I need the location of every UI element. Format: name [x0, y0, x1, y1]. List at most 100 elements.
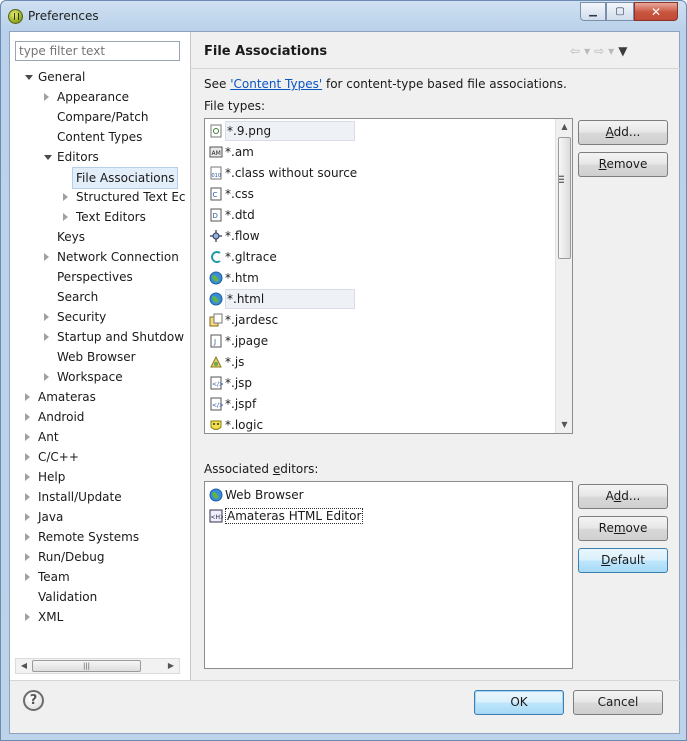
scroll-up-icon[interactable]: ▲ — [556, 119, 573, 135]
collapsed-arrow-icon[interactable] — [25, 613, 30, 621]
file-types-scrollbar[interactable]: ▲ ━ ━ ━ ▼ — [555, 119, 572, 433]
file-types-list[interactable]: ▲ ━ ━ ━ ▼ *.9.png AM *.am 010 *.class without … — [204, 118, 573, 434]
list-item[interactable]: AM *.am — [209, 142, 254, 163]
list-item[interactable]: *.jardesc — [209, 310, 278, 331]
tree-item-label: Keys — [57, 230, 86, 244]
content-types-info: See 'Content Types' for content-type bas… — [204, 77, 567, 91]
jardesc-file-icon — [209, 313, 223, 327]
list-item[interactable]: 010 *.class without source — [209, 163, 357, 184]
svg-text:AM: AM — [212, 150, 221, 157]
globe-icon — [209, 271, 223, 285]
view-menu-icon[interactable]: ▼ — [618, 44, 627, 58]
tree-horizontal-scrollbar[interactable]: ◀ ||| ▶ — [15, 658, 180, 674]
back-arrow-icon[interactable]: ⇦ — [570, 44, 580, 58]
list-item[interactable]: J *.jpage — [209, 331, 268, 352]
collapsed-arrow-icon[interactable] — [44, 373, 49, 381]
list-item-label: *.jpage — [225, 334, 269, 348]
collapsed-arrow-icon[interactable] — [25, 553, 30, 561]
tree-item-label: Security — [57, 310, 107, 324]
tree-item-label: Compare/Patch — [57, 110, 149, 124]
collapsed-arrow-icon[interactable] — [44, 93, 49, 101]
info-prefix: See — [204, 77, 231, 91]
minimize-button[interactable]: ▁ — [580, 2, 606, 21]
collapsed-arrow-icon[interactable] — [25, 573, 30, 581]
title-bar[interactable]: Preferences ▁ ▢ ✕ — [1, 1, 686, 31]
ok-button[interactable]: OK — [474, 690, 564, 715]
forward-arrow-icon[interactable]: ⇨ — [594, 44, 604, 58]
collapsed-arrow-icon[interactable] — [25, 533, 30, 541]
tree-item-label: Startup and Shutdow — [57, 330, 185, 344]
jsp-file-icon: </> — [209, 376, 224, 390]
list-item[interactable]: Web Browser — [209, 485, 304, 506]
tree-item-label: Run/Debug — [38, 550, 105, 564]
svg-text:010: 010 — [212, 173, 222, 179]
scrollbar-thumb[interactable]: ||| — [32, 660, 141, 672]
footer-divider — [10, 680, 681, 681]
collapsed-arrow-icon[interactable] — [63, 213, 68, 221]
eclipse-app-icon — [8, 9, 23, 24]
close-button[interactable]: ✕ — [634, 2, 678, 21]
tree-item-label: Ant — [38, 430, 59, 444]
tree-item-label: Search — [57, 290, 99, 304]
list-item[interactable]: *.gltrace — [209, 247, 277, 268]
list-item[interactable]: D *.dtd — [209, 205, 255, 226]
list-item[interactable]: </> *.jsp — [209, 373, 252, 394]
collapsed-arrow-icon[interactable] — [25, 453, 30, 461]
content-types-link[interactable]: 'Content Types' — [230, 77, 322, 91]
list-item[interactable]: *.9.png — [209, 121, 355, 142]
list-item[interactable]: *.js — [209, 352, 244, 373]
list-item-label: *.class without source — [225, 166, 358, 180]
tree-item-label: Appearance — [57, 90, 130, 104]
tree-item-label: Editors — [57, 150, 99, 164]
list-item-label: *.jspf — [225, 397, 257, 411]
collapsed-arrow-icon[interactable] — [44, 253, 49, 261]
list-item[interactable]: *.logic — [209, 415, 263, 436]
scroll-right-icon[interactable]: ▶ — [163, 659, 179, 673]
collapsed-arrow-icon[interactable] — [25, 393, 30, 401]
editor-default-button[interactable]: Default — [578, 548, 668, 573]
list-item[interactable]: *.html — [209, 289, 355, 310]
scroll-down-icon[interactable]: ▼ — [556, 417, 573, 433]
maximize-button[interactable]: ▢ — [606, 2, 634, 21]
cancel-button[interactable]: Cancel — [573, 690, 663, 715]
collapsed-arrow-icon[interactable] — [25, 413, 30, 421]
editor-add-button[interactable]: Add... — [578, 484, 668, 509]
tree-item-label: Install/Update — [38, 490, 122, 504]
expanded-arrow-icon[interactable] — [25, 75, 33, 80]
svg-text:</>: </> — [212, 381, 223, 388]
collapsed-arrow-icon[interactable] — [63, 193, 68, 201]
collapsed-arrow-icon[interactable] — [25, 493, 30, 501]
collapsed-arrow-icon[interactable] — [25, 473, 30, 481]
back-dropdown-icon[interactable]: ▾ — [584, 44, 590, 58]
tree-item-label: Structured Text Ec — [76, 190, 186, 204]
expanded-arrow-icon[interactable] — [44, 155, 52, 160]
collapsed-arrow-icon[interactable] — [25, 433, 30, 441]
dtd-file-icon: D — [209, 208, 223, 222]
list-item[interactable]: <H> Amateras HTML Editor — [209, 506, 364, 527]
forward-dropdown-icon[interactable]: ▾ — [608, 44, 614, 58]
list-item-label: *.gltrace — [225, 250, 277, 264]
list-item-label: *.html — [225, 289, 355, 309]
file-type-remove-button[interactable]: Remove — [578, 152, 668, 177]
tree-item-label: C/C++ — [38, 450, 79, 464]
svg-text:<H>: <H> — [211, 514, 224, 521]
filter-input[interactable] — [15, 41, 180, 61]
collapsed-arrow-icon[interactable] — [44, 333, 49, 341]
tree-item-label: File Associations — [72, 167, 179, 189]
scroll-left-icon[interactable]: ◀ — [16, 659, 32, 673]
list-item-label: *.9.png — [225, 121, 355, 141]
help-icon[interactable]: ? — [23, 690, 44, 711]
editor-remove-button[interactable]: Remove — [578, 516, 668, 541]
scrollbar-thumb[interactable] — [558, 137, 571, 259]
collapsed-arrow-icon[interactable] — [44, 313, 49, 321]
list-item[interactable]: C *.css — [209, 184, 254, 205]
file-type-add-button[interactable]: Add... — [578, 120, 668, 145]
list-item[interactable]: *.htm — [209, 268, 259, 289]
svg-text:C: C — [213, 191, 218, 199]
associated-editors-list[interactable]: Web Browser <H> Amateras HTML Editor — [204, 481, 573, 669]
list-item[interactable]: *.flow — [209, 226, 260, 247]
list-item[interactable]: </> *.jspf — [209, 394, 256, 415]
css-file-icon: C — [209, 187, 223, 201]
tree-item-label: Content Types — [57, 130, 143, 144]
collapsed-arrow-icon[interactable] — [25, 513, 30, 521]
